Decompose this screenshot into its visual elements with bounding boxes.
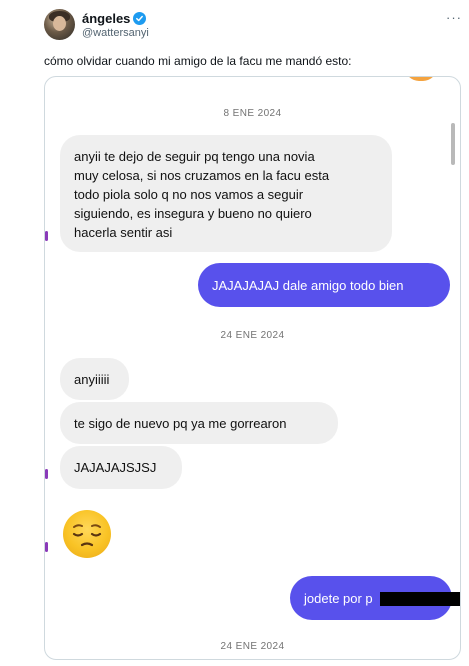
message-line: muy celosa, si nos cruzamos en la facu e… bbox=[74, 168, 330, 183]
message-text: jodete por p bbox=[304, 590, 373, 606]
message-line: hacerla sentir asi bbox=[74, 225, 173, 240]
verified-badge-icon bbox=[133, 12, 147, 25]
message-text: JAJAJAJSJSJ bbox=[74, 460, 157, 475]
incoming-message: te sigo de nuevo pq ya me gorrearon bbox=[60, 402, 338, 444]
message-text: te sigo de nuevo pq ya me gorrearon bbox=[74, 415, 287, 431]
message-line: anyii te dejo de seguir pq tengo una nov… bbox=[74, 149, 315, 164]
author-handle[interactable]: @wattersanyi bbox=[82, 27, 149, 39]
author-name-row[interactable]: ángeles bbox=[82, 11, 147, 26]
message-text: anyiiiii bbox=[74, 371, 110, 387]
avatar[interactable] bbox=[44, 9, 75, 40]
incoming-message: anyii te dejo de seguir pq tengo una nov… bbox=[60, 135, 392, 252]
outgoing-message: JAJAJAJAJ dale amigo todo bien bbox=[198, 263, 450, 307]
message-line: siguiendo, es insegura y bueno no quiero bbox=[74, 206, 312, 221]
date-separator: 24 ENE 2024 bbox=[220, 641, 285, 652]
previous-message-fragment bbox=[405, 77, 437, 81]
message-indicator bbox=[45, 542, 48, 552]
scrollbar[interactable] bbox=[451, 123, 455, 165]
tweet-text: cómo olvidar cuando mi amigo de la facu … bbox=[44, 54, 352, 68]
incoming-message: anyiiiii bbox=[60, 358, 129, 400]
incoming-message: JAJAJAJSJSJ bbox=[60, 446, 182, 489]
message-line: todo piola solo q no nos vamos a seguir bbox=[74, 187, 304, 202]
date-separator: 24 ENE 2024 bbox=[220, 330, 285, 341]
message-indicator bbox=[45, 469, 48, 479]
message-text: JAJAJAJAJ dale amigo todo bien bbox=[212, 277, 404, 293]
more-options-icon[interactable]: ··· bbox=[446, 10, 462, 25]
attached-screenshot[interactable]: 8 ENE 2024 anyii te dejo de seguir pq te… bbox=[44, 76, 461, 660]
tweet: ángeles @wattersanyi ··· cómo olvidar cu… bbox=[0, 0, 469, 666]
date-separator: 8 ENE 2024 bbox=[223, 108, 282, 119]
redaction-bar bbox=[380, 592, 460, 606]
message-indicator bbox=[45, 231, 48, 241]
display-name[interactable]: ángeles bbox=[82, 11, 130, 26]
pensive-face-icon bbox=[63, 510, 111, 558]
